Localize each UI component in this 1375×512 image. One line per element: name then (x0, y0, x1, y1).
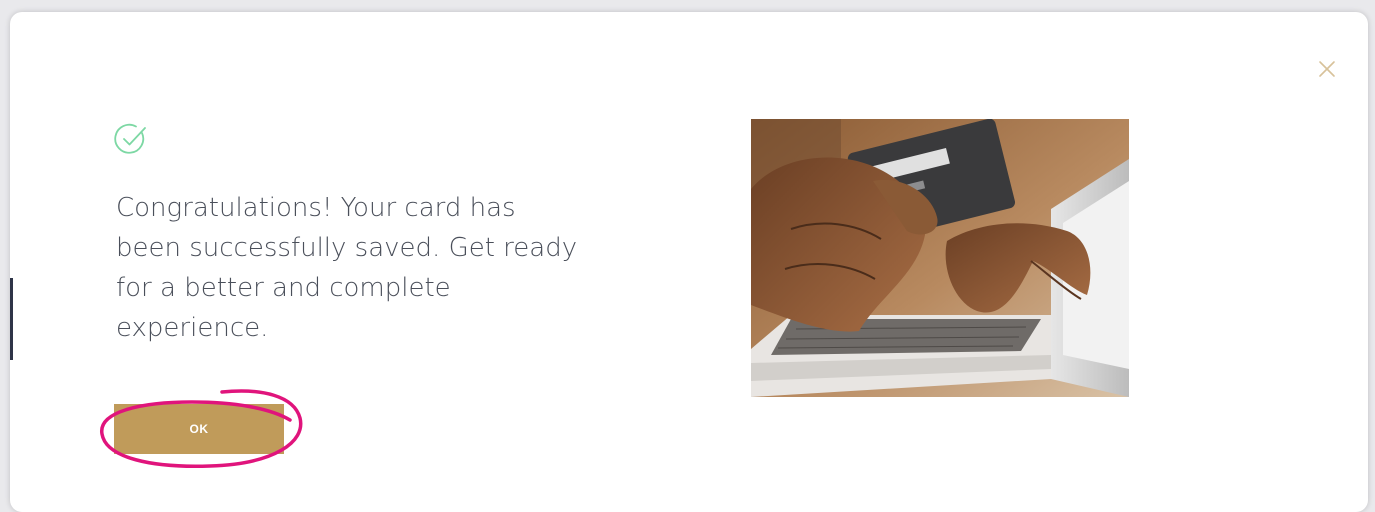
background-edge (10, 278, 13, 360)
close-button[interactable] (1316, 58, 1338, 80)
success-message: Congratulations! Your card has been succ… (116, 193, 578, 343)
card-payment-image (751, 118, 1129, 397)
card-saved-dialog: Congratulations! Your card has been succ… (10, 12, 1368, 512)
ok-button[interactable]: OK (114, 404, 284, 454)
checkmark-circle-icon (114, 122, 148, 156)
close-icon (1319, 61, 1335, 77)
